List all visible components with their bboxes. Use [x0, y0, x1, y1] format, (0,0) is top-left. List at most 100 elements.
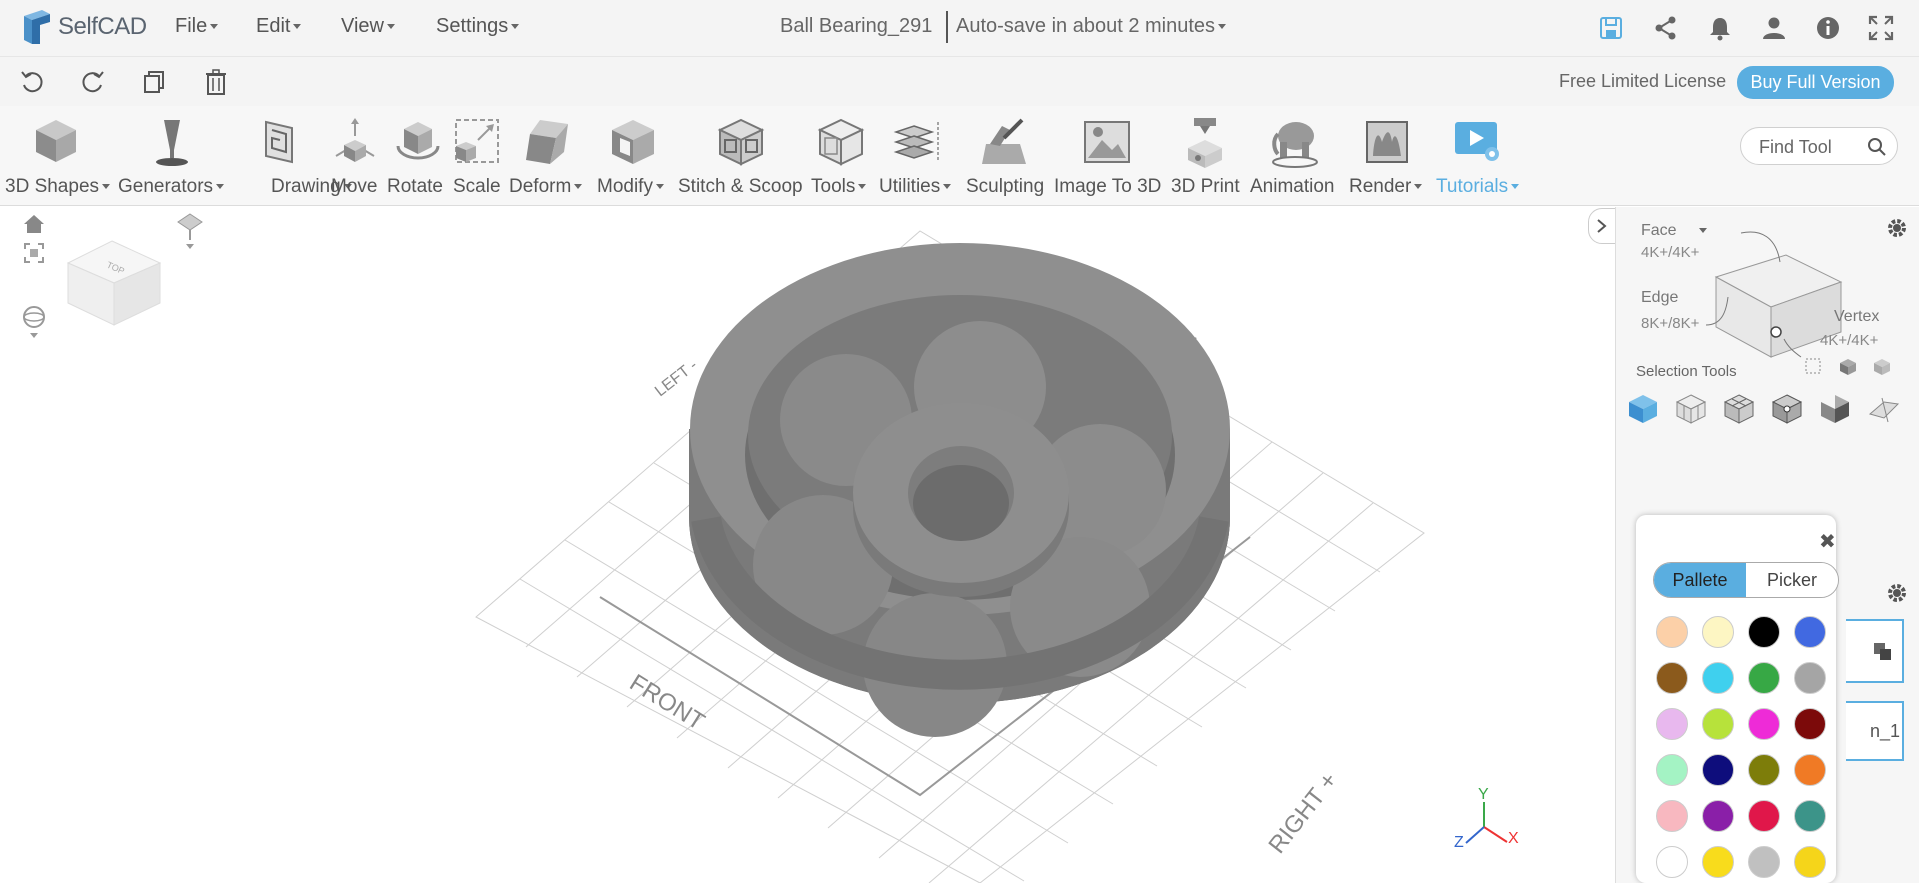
color-swatch[interactable] [1748, 800, 1780, 832]
search-icon[interactable] [1867, 137, 1887, 157]
tool-tutorials[interactable]: Tutorials [1428, 106, 1524, 206]
color-swatch[interactable] [1656, 616, 1688, 648]
tool-utilities[interactable]: Utilities [878, 106, 960, 206]
color-swatch[interactable] [1702, 754, 1734, 786]
tool-3d-shapes[interactable]: 3D Shapes [0, 106, 111, 206]
face-select-icon[interactable] [1674, 392, 1708, 426]
tool-scale[interactable]: Scale [450, 106, 504, 206]
caret-down-icon [858, 184, 867, 190]
logo-text: SelfCAD [58, 13, 147, 40]
bell-icon[interactable] [1706, 14, 1734, 42]
tool-image-to-3d[interactable]: Image To 3D [1052, 106, 1162, 206]
tool-drawing[interactable]: Drawing [236, 106, 352, 206]
vertex-select-icon[interactable] [1770, 392, 1804, 426]
tool-stitch-scoop[interactable]: Stitch & Scoop [676, 106, 804, 206]
color-swatch[interactable] [1748, 754, 1780, 786]
caret-down-icon [574, 184, 583, 190]
solid-select-icon[interactable] [1872, 357, 1892, 377]
caret-down-icon [293, 24, 302, 30]
selection-tools-label: Selection Tools [1636, 363, 1737, 380]
user-icon[interactable] [1760, 14, 1788, 42]
ball-bearing-model[interactable] [689, 243, 1230, 737]
color-swatch[interactable] [1702, 800, 1734, 832]
fullscreen-icon[interactable] [1867, 14, 1895, 42]
tool-animation[interactable]: Animation [1248, 106, 1342, 206]
color-swatch[interactable] [1794, 662, 1826, 694]
color-swatch[interactable] [1794, 846, 1826, 878]
buy-full-version-button[interactable]: Buy Full Version [1737, 66, 1894, 99]
color-swatch[interactable] [1748, 616, 1780, 648]
tool-label: Modify [597, 176, 653, 197]
menu-edit[interactable]: Edit [256, 15, 302, 38]
scene-canvas[interactable]: LEFT - BACK - FRONT RIGHT + [0, 207, 1614, 883]
color-swatch[interactable] [1656, 754, 1688, 786]
tool-rotate[interactable]: Rotate [386, 106, 448, 206]
orbit-icon[interactable] [20, 305, 48, 341]
caret-down-icon [102, 184, 111, 190]
color-swatch[interactable] [1656, 800, 1688, 832]
menu-file[interactable]: File [175, 15, 219, 38]
color-swatch[interactable] [1748, 708, 1780, 740]
tool-3d-print[interactable]: 3D Print [1168, 106, 1242, 206]
gear-icon[interactable] [1886, 217, 1908, 239]
color-swatch[interactable] [1794, 754, 1826, 786]
color-swatch[interactable] [1656, 662, 1688, 694]
zoom-fit-icon[interactable] [22, 241, 46, 265]
edge-label: Edge [1641, 289, 1679, 306]
object-list-item[interactable]: n_1 [1846, 701, 1904, 761]
trash-icon[interactable] [203, 69, 229, 95]
object-card[interactable] [1846, 619, 1904, 683]
autosave-status[interactable]: Auto-save in about 2 minutes [956, 15, 1227, 38]
color-swatch[interactable] [1794, 708, 1826, 740]
gizmo-y-label: Y [1478, 786, 1489, 803]
color-swatch[interactable] [1656, 708, 1688, 740]
object-select-icon[interactable] [1626, 392, 1660, 426]
scale-icon [455, 119, 499, 163]
app-logo[interactable]: SelfCAD [20, 8, 147, 46]
home-icon[interactable] [22, 212, 46, 236]
tab-picker[interactable]: Picker [1746, 563, 1838, 597]
redo-icon[interactable] [80, 69, 106, 95]
3d-viewport[interactable]: LEFT - BACK - FRONT RIGHT + [0, 207, 1614, 883]
tool-tools[interactable]: Tools [810, 106, 874, 206]
menu-settings[interactable]: Settings [436, 15, 520, 38]
copy-icon[interactable] [142, 69, 168, 95]
box-select-icon[interactable] [1804, 357, 1824, 377]
color-swatch[interactable] [1748, 662, 1780, 694]
info-icon[interactable] [1814, 14, 1842, 42]
color-swatch[interactable] [1748, 846, 1780, 878]
color-swatch[interactable] [1702, 662, 1734, 694]
color-swatch[interactable] [1702, 708, 1734, 740]
perspective-icon[interactable] [175, 212, 205, 254]
save-icon[interactable] [1597, 14, 1625, 42]
color-swatch[interactable] [1702, 616, 1734, 648]
menu-view[interactable]: View [341, 15, 395, 38]
tool-render[interactable]: Render [1348, 106, 1424, 206]
view-cube[interactable]: TOP [62, 227, 172, 337]
tool-sculpting[interactable]: Sculpting [964, 106, 1048, 206]
color-swatch[interactable] [1656, 846, 1688, 878]
half-select-icon[interactable] [1818, 392, 1852, 426]
edge-select-icon[interactable] [1722, 392, 1756, 426]
tool-modify[interactable]: Modify [596, 106, 670, 206]
tool-deform[interactable]: Deform [508, 106, 590, 206]
color-swatch[interactable] [1794, 800, 1826, 832]
share-icon[interactable] [1652, 14, 1680, 42]
tool-move[interactable]: Move [326, 106, 382, 206]
mesh-select-icon[interactable] [1838, 357, 1858, 377]
color-swatch[interactable] [1794, 616, 1826, 648]
collapse-panel-button[interactable] [1588, 208, 1616, 244]
find-tool-input[interactable]: Find Tool [1740, 127, 1898, 165]
find-tool-placeholder: Find Tool [1759, 137, 1832, 157]
tool-label: 3D Print [1171, 176, 1240, 197]
color-swatch[interactable] [1702, 846, 1734, 878]
tab-pallete[interactable]: Pallete [1654, 563, 1746, 597]
move-icon [335, 118, 375, 162]
undo-icon[interactable] [19, 69, 45, 95]
tool-generators[interactable]: Generators [116, 106, 228, 206]
document-title[interactable]: Ball Bearing_291 [780, 15, 932, 38]
close-icon[interactable]: ✖ [1819, 529, 1836, 554]
object-name: n_1 [1870, 721, 1901, 741]
plane-select-icon[interactable] [1866, 392, 1900, 426]
gear-icon[interactable] [1886, 582, 1908, 604]
